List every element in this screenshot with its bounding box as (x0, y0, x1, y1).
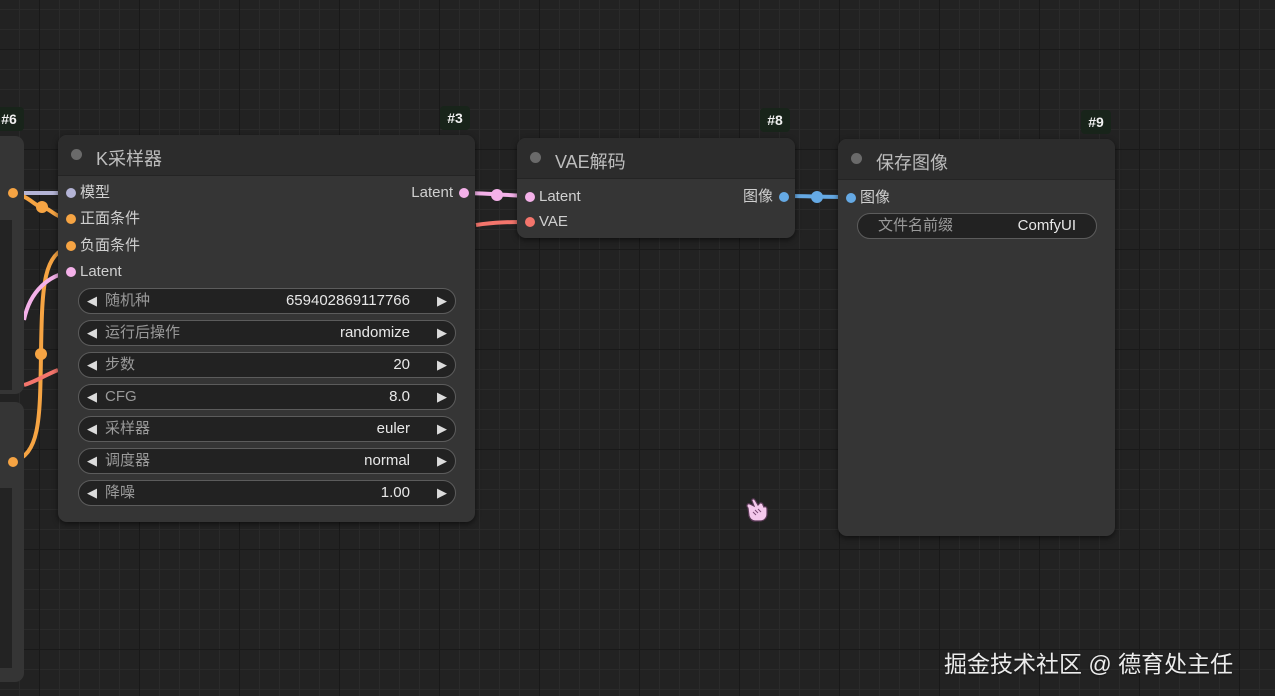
arrow-left-icon[interactable]: ◀ (87, 353, 97, 377)
slot-label: 负面条件 (80, 237, 141, 254)
output-slot-latent[interactable]: Latent (349, 183, 469, 203)
arrow-left-icon[interactable]: ◀ (87, 289, 97, 313)
widget-control-after-generate[interactable]: ◀ 运行后操作 randomize ▶ (78, 320, 456, 346)
slot-label: Latent (80, 263, 122, 280)
widget-value: 8.0 (389, 388, 410, 405)
collapse-toggle[interactable] (71, 149, 82, 160)
widget-name: 运行后操作 (105, 324, 181, 341)
save-image-node[interactable]: 保存图像 图像 文件名前缀 ComfyUI (838, 139, 1115, 536)
node-6-partial[interactable] (0, 136, 24, 394)
widget-scheduler[interactable]: ◀ 调度器 normal ▶ (78, 448, 456, 474)
arrow-right-icon[interactable]: ▶ (437, 417, 447, 441)
ksampler-node[interactable]: K采样器 模型 正面条件 负面条件 Latent Latent ◀ 随机种 65… (58, 135, 475, 522)
wire-midpoint (491, 189, 503, 201)
arrow-left-icon[interactable]: ◀ (87, 321, 97, 345)
vae-decode-node[interactable]: VAE解码 Latent VAE 图像 (517, 138, 795, 238)
widget-value: 1.00 (380, 484, 410, 501)
slot-dot[interactable] (779, 192, 789, 202)
collapse-toggle[interactable] (851, 153, 862, 164)
slot-label: VAE (539, 213, 568, 230)
node-6-badge: #6 (0, 107, 24, 131)
wire-midpoint (35, 348, 47, 360)
widget-value: 20 (393, 356, 410, 373)
slot-label: 正面条件 (80, 210, 141, 227)
widget-name: 调度器 (105, 452, 151, 469)
widget-value: randomize (339, 324, 410, 341)
slot-dot[interactable] (459, 188, 469, 198)
vae-decode-header[interactable]: VAE解码 (517, 138, 795, 179)
widget-seed[interactable]: ◀ 随机种 659402869117766 ▶ (78, 288, 456, 314)
arrow-left-icon[interactable]: ◀ (87, 449, 97, 473)
node-6-preview (0, 220, 12, 390)
widget-name: 降噪 (105, 484, 136, 501)
widget-name: 采样器 (105, 420, 151, 437)
widget-filename-prefix[interactable]: 文件名前缀 ComfyUI (857, 213, 1097, 239)
save-image-badge: #9 (1081, 110, 1111, 134)
watermark-text: 掘金技术社区 @ 德育处主任 (944, 651, 1234, 677)
arrow-left-icon[interactable]: ◀ (87, 417, 97, 441)
node-7-output-dot[interactable] (8, 457, 18, 467)
arrow-left-icon[interactable]: ◀ (87, 385, 97, 409)
arrow-right-icon[interactable]: ▶ (437, 289, 447, 313)
widget-name: 文件名前缀 (878, 217, 954, 234)
slot-label: 图像 (742, 188, 773, 205)
wire-vae-left (23, 368, 59, 387)
widget-name: 步数 (105, 356, 136, 373)
ksampler-badge: #3 (440, 106, 470, 130)
slot-dot[interactable] (66, 267, 76, 277)
slot-dot[interactable] (66, 241, 76, 251)
node-title: 保存图像 (876, 153, 948, 173)
node-title: VAE解码 (555, 152, 626, 172)
arrow-right-icon[interactable]: ▶ (437, 353, 447, 377)
widget-name: 随机种 (105, 292, 151, 309)
arrow-right-icon[interactable]: ▶ (437, 481, 447, 505)
ksampler-header[interactable]: K采样器 (58, 135, 475, 176)
slot-dot[interactable] (846, 193, 856, 203)
slot-dot[interactable] (525, 192, 535, 202)
widget-value: ComfyUI (1017, 217, 1076, 234)
widget-denoise[interactable]: ◀ 降噪 1.00 ▶ (78, 480, 456, 506)
widget-name: CFG (105, 388, 137, 405)
widget-cfg[interactable]: ◀ CFG 8.0 ▶ (78, 384, 456, 410)
widget-value: normal (364, 452, 410, 469)
arrow-right-icon[interactable]: ▶ (437, 321, 447, 345)
wire-midpoint (811, 191, 823, 203)
slot-dot[interactable] (525, 217, 535, 227)
slot-label: Latent (539, 188, 581, 205)
node-7-preview (0, 488, 12, 668)
output-slot-image[interactable]: 图像 (689, 187, 789, 207)
node-6-output-dot[interactable] (8, 188, 18, 198)
widget-value: 659402869117766 (285, 292, 410, 309)
slot-dot[interactable] (66, 214, 76, 224)
slot-label: Latent (411, 184, 453, 201)
node-title: K采样器 (96, 149, 163, 169)
arrow-right-icon[interactable]: ▶ (437, 449, 447, 473)
slot-label: 图像 (860, 189, 891, 206)
widget-sampler[interactable]: ◀ 采样器 euler ▶ (78, 416, 456, 442)
widget-steps[interactable]: ◀ 步数 20 ▶ (78, 352, 456, 378)
hand-pointer-icon (746, 498, 768, 522)
collapse-toggle[interactable] (530, 152, 541, 163)
wire-midpoint (36, 201, 48, 213)
save-image-header[interactable]: 保存图像 (838, 139, 1115, 180)
slot-dot[interactable] (66, 188, 76, 198)
arrow-left-icon[interactable]: ◀ (87, 481, 97, 505)
arrow-right-icon[interactable]: ▶ (437, 385, 447, 409)
slot-label: 模型 (80, 184, 111, 201)
node-7-partial[interactable] (0, 402, 24, 682)
widget-value: euler (376, 420, 410, 437)
vae-decode-badge: #8 (760, 108, 790, 132)
